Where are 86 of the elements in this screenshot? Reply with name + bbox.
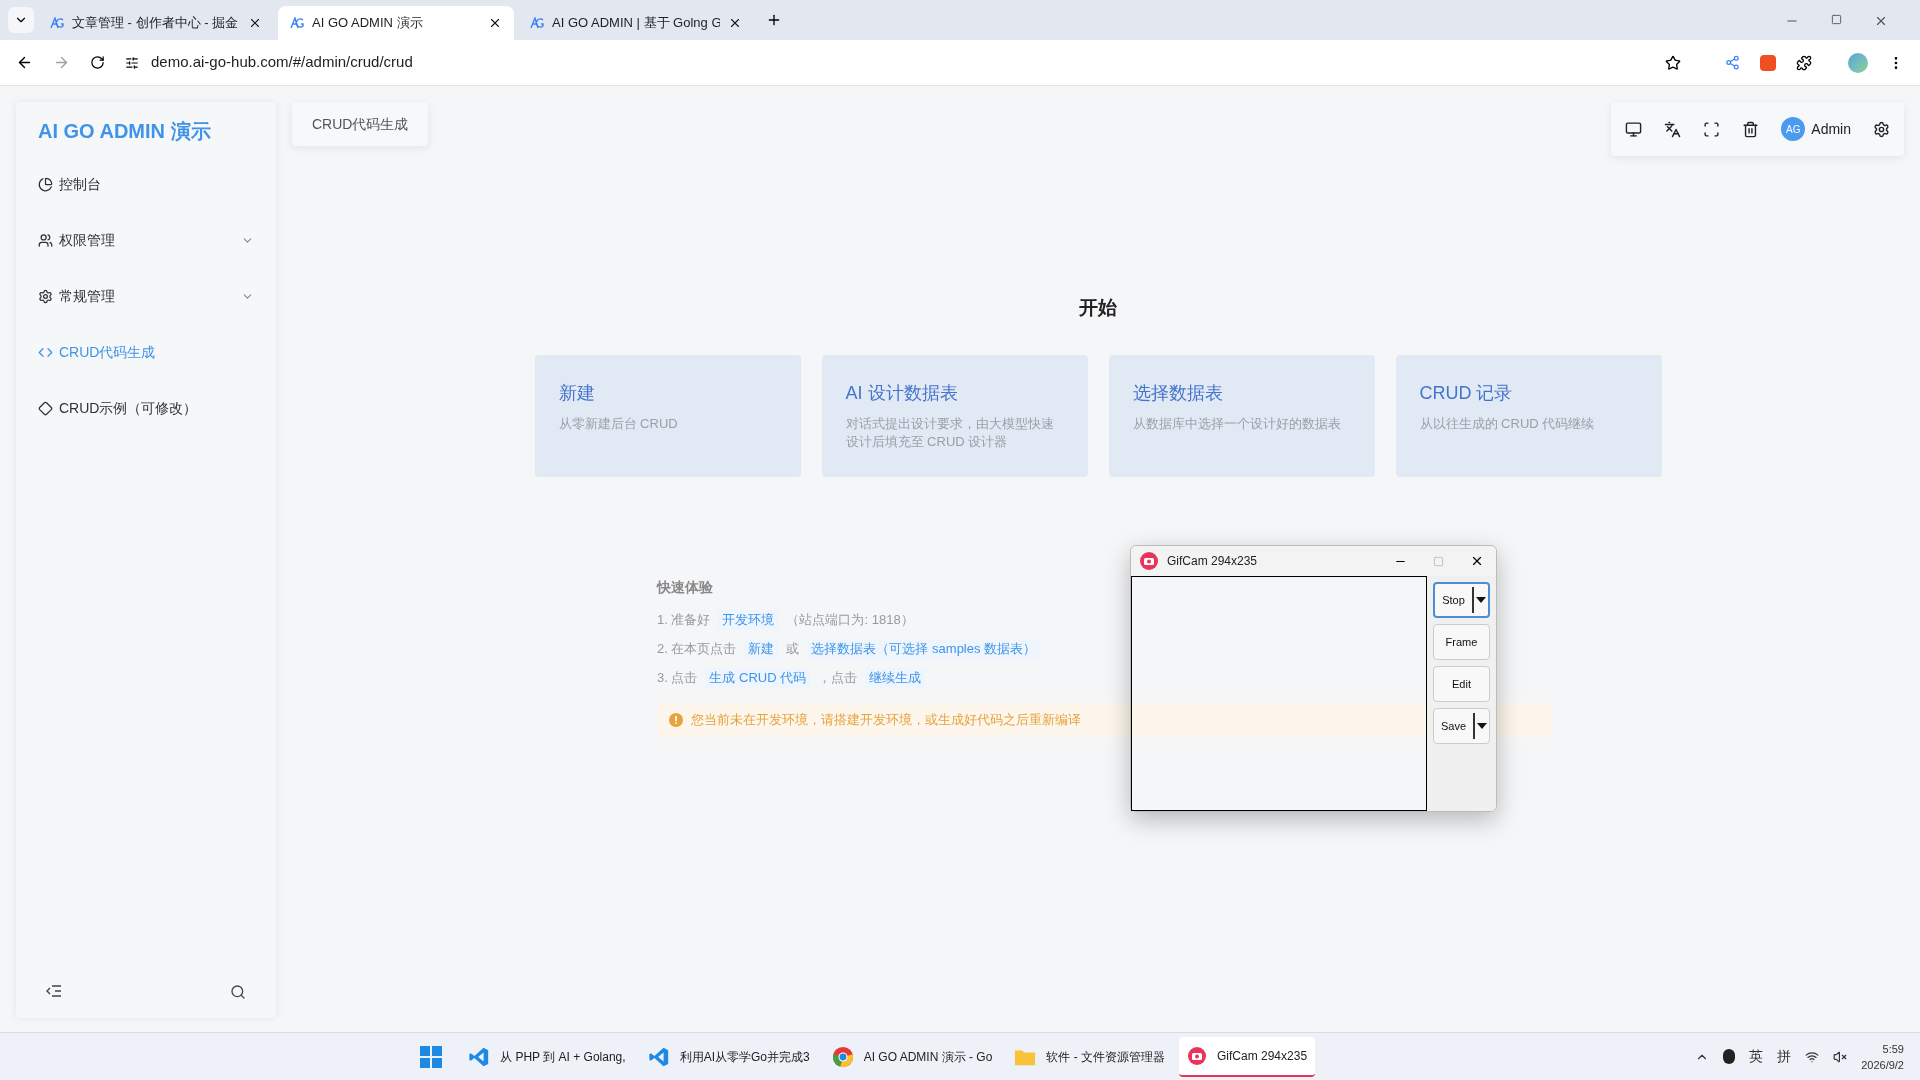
- taskbar-item[interactable]: AI GO ADMIN 演示 - Go: [823, 1036, 1001, 1077]
- code-editor-icon: [647, 1045, 670, 1068]
- sidebar-item[interactable]: CRUD示例（可修改）: [16, 380, 276, 436]
- address-field[interactable]: demo.ai-go-hub.com/#/admin/crud/crud: [151, 51, 413, 74]
- section-heading: 开始: [1079, 296, 1117, 320]
- clock-time[interactable]: 5:59: [1882, 1040, 1904, 1057]
- ime-indicator[interactable]: 英: [1749, 1046, 1764, 1067]
- taskbar-item[interactable]: 从 PHP 到 AI + Golang,: [460, 1036, 634, 1077]
- close-icon[interactable]: [1470, 554, 1484, 568]
- window-title: GifCam 294x235: [1167, 553, 1259, 570]
- clock-date[interactable]: 2026/9/2: [1861, 1056, 1904, 1073]
- action-card[interactable]: CRUD 记录 从以往生成的 CRUD 代码继续: [1395, 354, 1662, 477]
- browser-tab[interactable]: AI GO ADMIN | 基于 Golng G: [518, 6, 754, 40]
- start-icon[interactable]: [420, 1045, 443, 1068]
- gifcam-button[interactable]: Edit: [1433, 666, 1490, 702]
- forward-icon[interactable]: [53, 54, 70, 71]
- taskbar-item[interactable]: 软件 - 文件资源管理器: [1006, 1036, 1173, 1077]
- dropdown-arrow-icon: [1477, 723, 1487, 729]
- restore-icon[interactable]: [1831, 14, 1842, 25]
- gear-icon: [38, 288, 53, 304]
- warning-text: 您当前未在开发环境，请搭建开发环境，或生成好代码之后重新编译: [691, 710, 1081, 729]
- site-info-icon[interactable]: [125, 55, 139, 70]
- card-description: 从以往生成的 CRUD 代码继续: [1419, 414, 1596, 433]
- search-icon[interactable]: [230, 984, 246, 1000]
- close-icon[interactable]: [248, 16, 262, 30]
- action-card[interactable]: 新建 从零新建后台 CRUD: [534, 354, 801, 477]
- card-title: CRUD 记录: [1419, 381, 1514, 405]
- extensions-icon[interactable]: [1796, 54, 1812, 71]
- reload-icon[interactable]: [90, 55, 105, 70]
- collapse-menu-icon[interactable]: [46, 984, 62, 998]
- warning-icon: [669, 712, 683, 727]
- guide-text: 2. 在本页点击: [657, 640, 737, 659]
- close-icon[interactable]: [1874, 14, 1888, 28]
- wifi-icon[interactable]: [1805, 1049, 1820, 1064]
- guide-text: ，点击: [818, 669, 858, 688]
- diamond-icon: [38, 400, 53, 416]
- guide-text: 或: [786, 640, 800, 659]
- guide-text: 1. 准备好: [657, 611, 711, 630]
- pie-chart-icon: [38, 176, 53, 192]
- back-icon[interactable]: [16, 54, 33, 71]
- close-icon[interactable]: [728, 16, 742, 30]
- guide-text: （站点端口为: 1818）: [786, 611, 914, 630]
- page-tab[interactable]: CRUD代码生成: [292, 102, 429, 146]
- guide-title: 快速体验: [657, 577, 713, 597]
- ime-indicator[interactable]: 拼: [1777, 1046, 1792, 1067]
- dropdown-arrow-icon: [1476, 597, 1486, 603]
- user-name[interactable]: Admin: [1811, 118, 1851, 140]
- browser-tab[interactable]: AI GO ADMIN 演示: [278, 6, 514, 40]
- taskbar-item[interactable]: 利用AI从零学Go并完成3: [639, 1036, 818, 1077]
- sidebar-item[interactable]: 控制台: [16, 156, 276, 212]
- camera-icon: [1187, 1045, 1207, 1066]
- close-icon[interactable]: [488, 16, 502, 30]
- tab-favicon-icon: [290, 17, 304, 29]
- new-tab-icon[interactable]: [766, 12, 782, 28]
- translate-icon[interactable]: [1664, 120, 1682, 138]
- users-icon: [38, 232, 53, 248]
- card-title: 选择数据表: [1132, 381, 1224, 405]
- tab-favicon-icon: [530, 17, 544, 29]
- sidebar-item[interactable]: 常规管理: [16, 268, 276, 324]
- fullscreen-icon[interactable]: [1703, 120, 1721, 138]
- monitor-icon[interactable]: [1625, 120, 1643, 138]
- taskbar-item[interactable]: GifCam 294x235: [1179, 1036, 1316, 1077]
- maximize-icon: [1433, 555, 1444, 567]
- gifcam-button[interactable]: Stop: [1433, 582, 1490, 618]
- app-title: AI GO ADMIN 演示: [37, 119, 212, 144]
- bookmark-icon[interactable]: [1665, 54, 1681, 71]
- settings-icon[interactable]: [1873, 120, 1890, 138]
- tab-list-button[interactable]: [8, 7, 34, 33]
- browser-icon: [831, 1045, 854, 1068]
- browser-tab[interactable]: 文章管理 - 创作者中心 - 掘金: [38, 6, 274, 40]
- action-card[interactable]: AI 设计数据表 对话式提出设计要求，由大模型快速设计后填充至 CRUD 设计器: [821, 354, 1088, 477]
- extension-icon[interactable]: [1760, 54, 1776, 71]
- camera-icon: [1139, 551, 1159, 571]
- tab-favicon-icon: [50, 17, 64, 29]
- card-title: 新建: [558, 381, 596, 405]
- gifcam-button[interactable]: Save: [1433, 708, 1490, 744]
- guide-text: 3. 点击: [657, 669, 698, 688]
- share-icon[interactable]: [1725, 55, 1740, 70]
- trash-icon[interactable]: [1742, 120, 1760, 138]
- card-description: 对话式提出设计要求，由大模型快速设计后填充至 CRUD 设计器: [845, 414, 1055, 451]
- card-description: 从零新建后台 CRUD: [558, 414, 679, 433]
- code-editor-icon: [468, 1045, 491, 1068]
- sidebar-item[interactable]: 权限管理: [16, 212, 276, 268]
- gifcam-button[interactable]: Frame: [1433, 624, 1490, 660]
- mute-icon[interactable]: [1833, 1049, 1848, 1064]
- card-title: AI 设计数据表: [845, 381, 959, 405]
